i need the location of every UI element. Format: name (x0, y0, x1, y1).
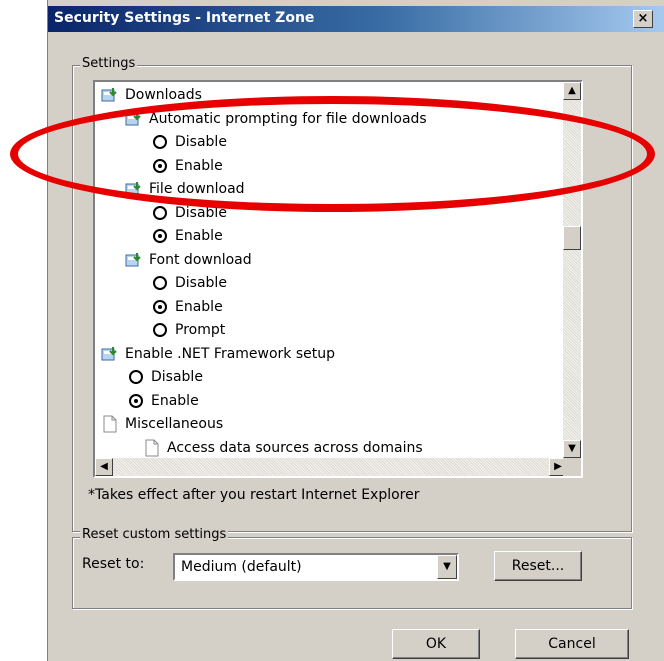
radio-button[interactable] (129, 393, 143, 408)
item-label: Disable (175, 275, 227, 291)
item-label: Prompt (175, 322, 226, 338)
item-label: Enable .NET Framework setup (125, 345, 336, 362)
item-label: Font download (149, 251, 252, 268)
item-label: Enable (175, 157, 223, 174)
radio-button[interactable] (153, 323, 167, 337)
title-bar[interactable]: Security Settings - Internet Zone × (48, 6, 664, 32)
item-label: Disable (151, 369, 203, 385)
chevron-down-icon[interactable]: ▼ (437, 555, 457, 579)
radio-button[interactable] (153, 205, 167, 220)
item-label: Enable (175, 228, 223, 244)
settings-group-label: Settings (80, 56, 138, 71)
document-icon (143, 439, 161, 457)
security-settings-dialog: Security Settings - Internet Zone × Sett… (47, 0, 664, 661)
document-icon (101, 415, 119, 433)
downloads-icon (101, 86, 119, 104)
radio-button[interactable] (153, 276, 167, 290)
cancel-button[interactable]: Cancel (515, 629, 629, 659)
restart-note: *Takes effect after you restart Internet… (88, 487, 420, 503)
item-label: Enable (175, 298, 223, 315)
item-label: Enable (151, 392, 199, 409)
item-label: Disable (175, 204, 227, 221)
scroll-down-button[interactable]: ▼ (563, 440, 581, 458)
dialog-title: Security Settings - Internet Zone (54, 10, 315, 26)
radio-button[interactable] (153, 158, 167, 173)
item-label: Access data sources across domains (167, 439, 423, 456)
radio-button[interactable] (129, 370, 143, 384)
setting-icon (125, 180, 143, 198)
setting-icon (125, 110, 143, 128)
ok-button[interactable]: OK (392, 629, 480, 659)
close-button[interactable]: × (633, 10, 653, 28)
reset-group-label: Reset custom settings (80, 527, 229, 542)
item-label: Downloads (125, 87, 202, 103)
item-label: Disable (175, 134, 227, 150)
setting-icon (125, 251, 143, 269)
radio-button[interactable] (153, 229, 167, 243)
vertical-scrollbar[interactable]: ▲ ▼ (563, 82, 581, 458)
item-label: Miscellaneous (125, 416, 224, 432)
scroll-thumb[interactable] (563, 226, 581, 250)
reset-button[interactable]: Reset... (494, 551, 582, 581)
scroll-left-button[interactable]: ◀ (95, 458, 113, 476)
horizontal-scrollbar[interactable]: ◀ ▶ (95, 458, 567, 476)
settings-list[interactable]: Downloads Automatic prompting for file do… (93, 80, 583, 478)
reset-to-label: Reset to: (82, 556, 145, 572)
radio-button[interactable] (153, 135, 167, 149)
setting-icon (101, 345, 119, 363)
settings-tree: Downloads Automatic prompting for file do… (95, 82, 567, 458)
item-label: Automatic prompting for file downloads (149, 110, 427, 127)
item-label: File download (149, 181, 245, 197)
radio-button[interactable] (153, 299, 167, 314)
scroll-up-button[interactable]: ▲ (563, 82, 581, 100)
reset-level-value: Medium (default) (181, 559, 302, 575)
reset-level-select[interactable]: Medium (default) ▼ (173, 553, 459, 581)
scrollbar-corner (563, 458, 581, 476)
